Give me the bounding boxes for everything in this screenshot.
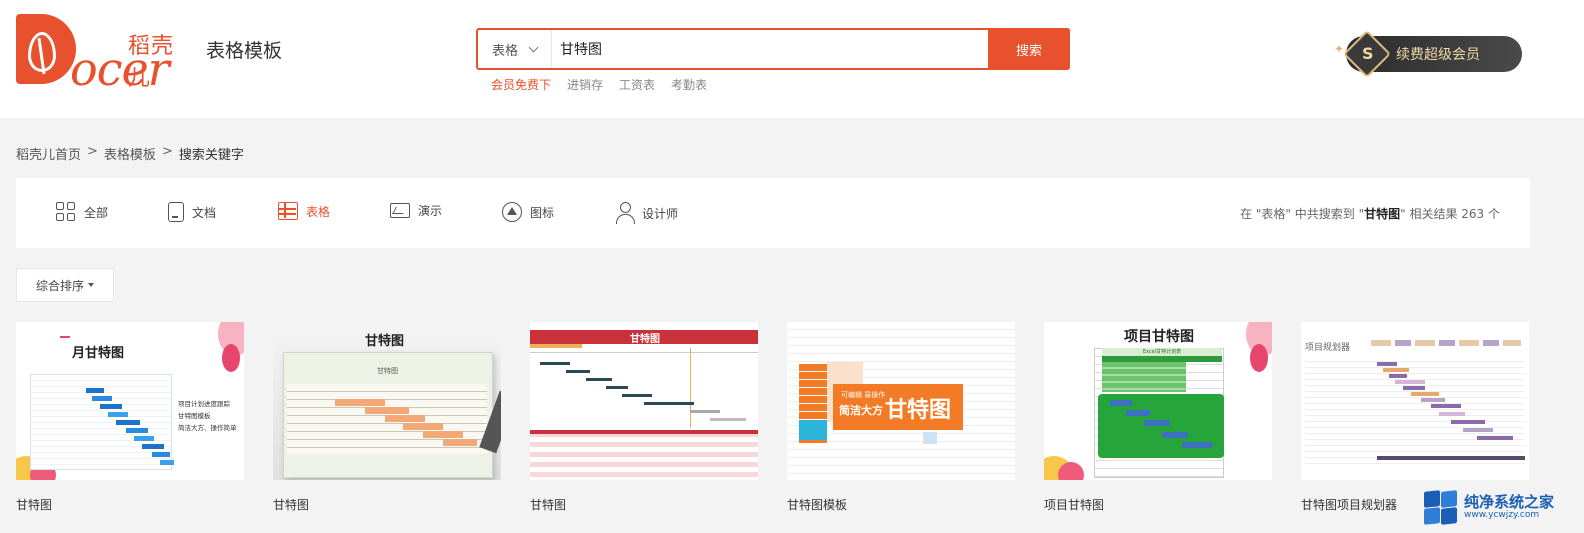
template-title[interactable]: 项目甘特图 [1044, 496, 1272, 513]
search-bar: 表格 搜索 [476, 28, 1070, 70]
template-thumbnail[interactable]: 项目规划器 [1301, 322, 1529, 480]
thumbnail-tag: 可编辑 易操作 [841, 391, 886, 399]
tab-label: 全部 [84, 205, 109, 220]
breadcrumb: 稻壳儿首页 > 表格模板 > 搜索关键字 [16, 144, 244, 163]
result-suffix: " 相关结果 263 个 [1400, 207, 1500, 221]
document-icon [168, 202, 184, 222]
site-title[interactable]: 表格模板 [206, 36, 282, 63]
thumbnail-slogan: 简洁大方 [839, 404, 883, 417]
thumbnail-subtitle: Excel甘特计划表 [1102, 348, 1222, 356]
tab-label: 图标 [530, 205, 555, 220]
thumbnail-title: 甘特图 [630, 334, 660, 345]
logo-leaf-icon [16, 14, 76, 84]
template-card[interactable]: 可编辑 易操作 简洁大方 甘特图 甘特图模板 [787, 322, 1015, 513]
template-thumbnail[interactable]: 项目甘特图 Excel甘特计划表 [1044, 322, 1272, 480]
hot-words: 会员免费下 进销存 工资表 考勤表 [491, 76, 707, 93]
tab-spreadsheet[interactable]: 表格 [278, 202, 330, 220]
vip-renew-label: 续费超级会员 [1396, 47, 1480, 63]
header: ocer 稻壳儿 表格模板 表格 搜索 会员免费下 进销存 工资表 考勤表 ✦ … [0, 0, 1584, 118]
caret-down-icon [88, 283, 94, 287]
template-thumbnail[interactable]: 可编辑 易操作 简洁大方 甘特图 [787, 322, 1015, 480]
windows-logo-icon [1424, 490, 1458, 525]
sort-label: 综合排序 [35, 278, 84, 293]
template-card[interactable]: 甘特图 甘特图 甘特图 [273, 322, 501, 513]
template-title[interactable]: 甘特图模板 [787, 496, 1015, 513]
breadcrumb-separator: > [161, 144, 173, 159]
watermark-url: www.ycwjzy.com [1464, 510, 1540, 521]
site-watermark: 纯净系统之家 www.ycwjzy.com [1424, 488, 1576, 528]
breadcrumb-separator: > [87, 144, 98, 159]
tab-logo[interactable]: 图标 [502, 202, 554, 222]
thumbnail-title: 项目规划器 [1305, 343, 1351, 353]
tab-label: 设计师 [642, 206, 679, 221]
breadcrumb-category[interactable]: 表格模板 [104, 144, 156, 163]
thumbnail-bullet: 项目计划进度跟踪 [178, 400, 230, 408]
template-thumbnail[interactable]: 月甘特图 项目计划进度跟踪 甘特图模板 简洁大方、操作简单 [16, 322, 244, 480]
type-filter-bar: 全部 文档 表格 演示 图标 设计师 在 "表格" 中共搜索到 "甘特图" 相关… [16, 178, 1530, 248]
grid-icon [56, 202, 76, 222]
template-title[interactable]: 甘特图 [273, 496, 501, 513]
search-category-select[interactable]: 表格 [478, 30, 552, 68]
hot-word-link[interactable]: 考勤表 [671, 76, 707, 93]
presentation-icon [390, 203, 410, 218]
tab-presentation[interactable]: 演示 [390, 202, 442, 219]
template-card[interactable]: 月甘特图 项目计划进度跟踪 甘特图模板 简洁大方、操作简单 甘特图 [16, 322, 244, 513]
template-title[interactable]: 甘特图 [530, 496, 758, 513]
sparkle-icon: ✦ [1334, 42, 1345, 56]
thumbnail-bullet: 简洁大方、操作简单 [178, 424, 237, 432]
result-prefix: 在 "表格" 中共搜索到 " [1240, 207, 1365, 221]
hot-word-link[interactable]: 工资表 [619, 76, 655, 93]
breadcrumb-home[interactable]: 稻壳儿首页 [16, 144, 81, 163]
thumbnail-bullet: 甘特图模板 [178, 412, 211, 420]
template-thumbnail[interactable]: 甘特图 甘特图 [273, 322, 501, 480]
tab-label: 文档 [192, 205, 217, 220]
logo-icon [502, 202, 522, 222]
hot-word-link[interactable]: 进销存 [567, 76, 603, 93]
hot-word-link[interactable]: 会员免费下 [491, 76, 551, 93]
search-button[interactable]: 搜索 [988, 28, 1070, 70]
vip-renew-button[interactable]: S 续费超级会员 [1342, 29, 1522, 79]
thumbnail-subtitle: 甘特图 [377, 367, 398, 375]
chevron-down-icon [528, 42, 539, 52]
search-category-label: 表格 [492, 43, 519, 59]
tab-label: 演示 [418, 204, 443, 218]
result-keyword: 甘特图 [1364, 207, 1401, 221]
thumbnail-title: 甘特图 [885, 398, 952, 423]
template-card[interactable]: 项目甘特图 Excel甘特计划表 项目甘特图 [1044, 322, 1272, 513]
sort-dropdown[interactable]: 综合排序 [16, 268, 114, 302]
template-card[interactable]: 甘特图 甘特图 [530, 322, 758, 513]
vip-badge-letter: S [1362, 44, 1374, 63]
watermark-title: 纯净系统之家 [1464, 493, 1555, 512]
docer-logo[interactable]: ocer 稻壳儿 [16, 14, 186, 92]
thumbnail-title: 月甘特图 [72, 346, 125, 361]
user-icon [616, 202, 635, 224]
template-thumbnail[interactable]: 甘特图 [530, 322, 758, 480]
thumbnail-title: 甘特图 [365, 334, 405, 349]
template-title[interactable]: 甘特图 [16, 496, 244, 513]
tab-document[interactable]: 文档 [168, 202, 216, 222]
result-count: 在 "表格" 中共搜索到 "甘特图" 相关结果 263 个 [1240, 205, 1500, 222]
tab-all[interactable]: 全部 [56, 202, 108, 222]
search-input[interactable] [558, 30, 988, 68]
breadcrumb-current: 搜索关键字 [178, 148, 244, 163]
tab-label: 表格 [306, 204, 331, 219]
template-card[interactable]: 项目规划器 甘特图项目规划器 [1301, 322, 1529, 513]
spreadsheet-icon [278, 202, 298, 220]
thumbnail-title: 项目甘特图 [1124, 329, 1194, 345]
logo-cn-text: 稻壳儿 [128, 34, 175, 91]
tab-designer[interactable]: 设计师 [616, 202, 678, 224]
